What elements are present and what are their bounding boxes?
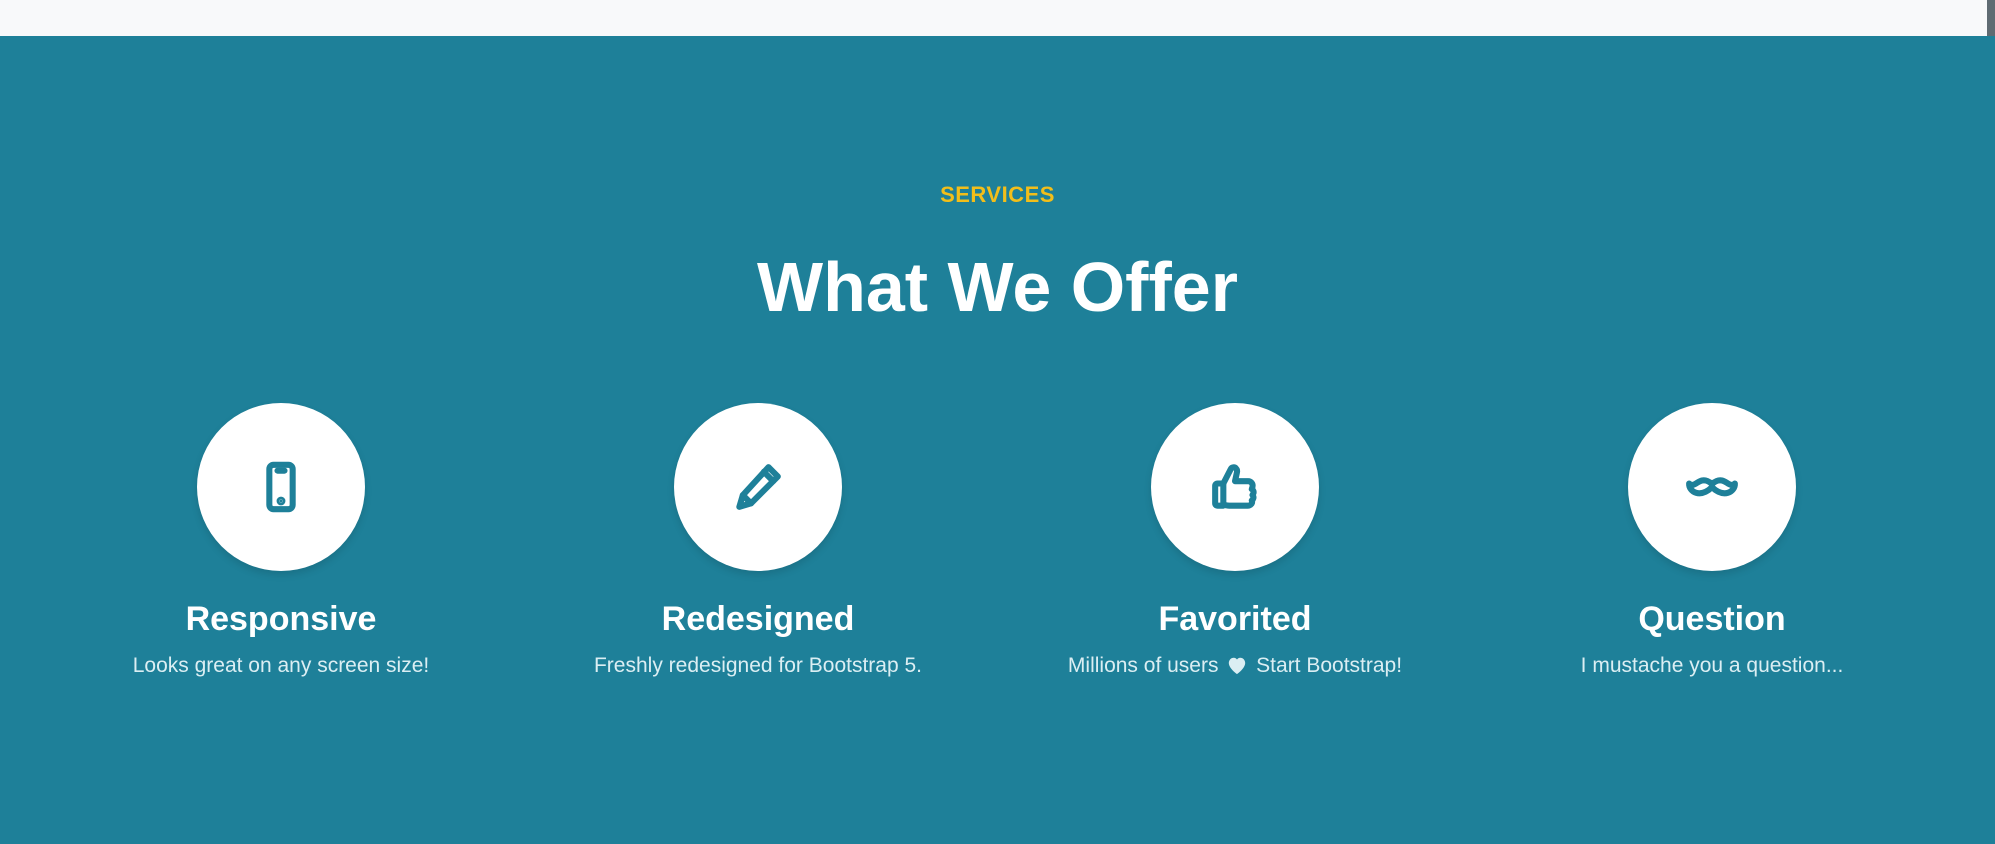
service-description-end: Start Bootstrap! bbox=[1256, 654, 1403, 677]
service-item-question: Question I mustache you a question... bbox=[1512, 403, 1912, 681]
service-icon-circle bbox=[674, 403, 842, 571]
navbar-strip bbox=[0, 0, 1995, 36]
service-icon-circle bbox=[1151, 403, 1319, 571]
service-title: Favorited bbox=[1158, 600, 1312, 638]
service-title: Responsive bbox=[185, 600, 377, 638]
section-title: What We Offer bbox=[757, 248, 1238, 326]
pencil-icon bbox=[736, 464, 781, 510]
service-title: Question bbox=[1638, 600, 1786, 638]
heart-icon bbox=[1226, 654, 1248, 675]
thumbs-up-icon bbox=[1212, 464, 1257, 509]
service-icon-circle bbox=[197, 403, 365, 571]
service-description: I mustache you a question... bbox=[1580, 654, 1844, 677]
service-item-favorited: Favorited Millions of users Start Bootst… bbox=[1035, 403, 1435, 681]
phone-icon bbox=[266, 461, 296, 513]
service-description: Looks great on any screen size! bbox=[132, 654, 430, 677]
service-title: Redesigned bbox=[661, 600, 855, 638]
service-description-start: Millions of users bbox=[1067, 654, 1219, 677]
service-item-responsive: Responsive Looks great on any screen siz… bbox=[81, 403, 481, 681]
service-icon-circle bbox=[1628, 403, 1796, 571]
section-kicker: SERVICES bbox=[940, 182, 1055, 207]
service-description: Millions of users Start Bootstrap! bbox=[1035, 651, 1435, 681]
mustache-icon bbox=[1686, 477, 1738, 497]
service-item-redesigned: Redesigned Freshly redesigned for Bootst… bbox=[558, 403, 958, 681]
service-description: Freshly redesigned for Bootstrap 5. bbox=[593, 654, 922, 677]
